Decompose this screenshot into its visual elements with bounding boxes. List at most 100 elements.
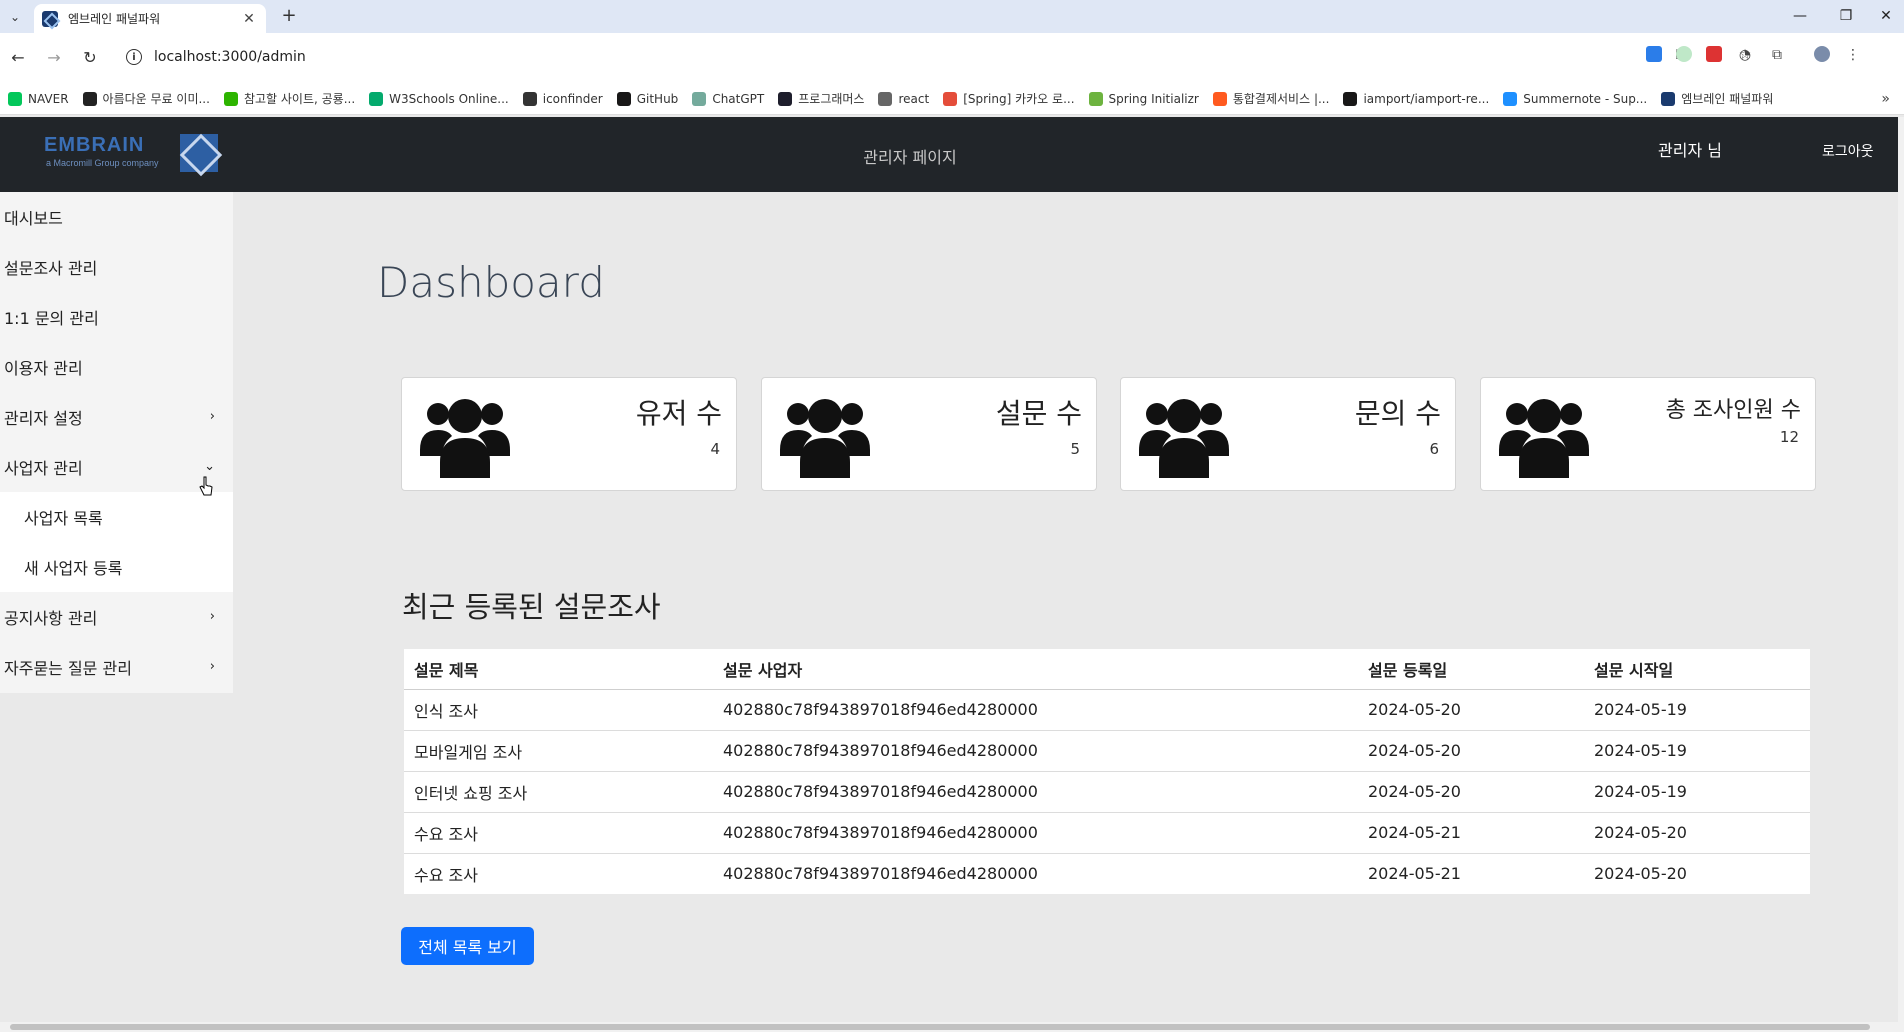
bookmark-item[interactable]: react — [878, 91, 930, 106]
site-info-icon[interactable]: i — [126, 49, 142, 65]
chevron-icon: › — [209, 609, 215, 624]
sidebar-item-label: 자주묻는 질문 관리 — [4, 659, 132, 678]
table-row[interactable]: 모바일게임 조사 402880c78f943897018f946ed4280000… — [404, 730, 1810, 772]
sidebar-item[interactable]: 대시보드 — [0, 192, 233, 242]
bookmark-favicon-icon — [943, 91, 958, 106]
bookmark-item[interactable]: 참고할 사이트, 공룡... — [223, 90, 356, 107]
table-cell: 2024-05-21 — [1368, 864, 1461, 884]
table-cell: 402880c78f943897018f946ed4280000 — [713, 689, 1358, 731]
sidebar-item-label: 사업자 목록 — [24, 509, 103, 528]
close-window-button[interactable]: ✕ — [1866, 4, 1904, 28]
sidebar-item[interactable]: 1:1 문의 관리 — [0, 292, 233, 342]
new-tab-plus-icon[interactable]: + — [278, 5, 300, 27]
bookmark-item[interactable]: NAVER — [8, 91, 69, 106]
forward-arrow-icon[interactable]: → — [42, 46, 66, 70]
stat-card-value: 6 — [1429, 440, 1439, 458]
users-icon — [420, 392, 510, 478]
stat-card-value: 12 — [1779, 428, 1799, 446]
stat-card-label: 문의 수 — [1354, 397, 1441, 430]
header-user-name: 관리자 님 — [1658, 141, 1722, 160]
sidebar-item[interactable]: 공지사항 관리 › — [0, 592, 233, 642]
extensions-puzzle-icon[interactable]: ⧉ — [1768, 46, 1786, 64]
sidebar-item[interactable]: 사업자 목록 — [0, 492, 233, 542]
reload-icon[interactable]: ↻ — [78, 46, 102, 70]
table-cell: 402880c78f943897018f946ed4280000 — [713, 812, 1358, 854]
more-bookmarks-icon[interactable]: » — [1881, 91, 1890, 107]
bookmark-label: 참고할 사이트, 공룡... — [243, 92, 356, 106]
bookmark-label: Summernote - Sup... — [1523, 91, 1648, 106]
bookmark-item[interactable]: 아름다운 무료 이미... — [82, 90, 210, 107]
stat-card-label: 설문 수 — [995, 397, 1082, 430]
users-icon — [1139, 392, 1229, 478]
back-arrow-icon[interactable]: ← — [6, 46, 30, 70]
sidebar-item[interactable]: 새 사업자 등록 — [0, 542, 233, 592]
stat-card-label: 총 조사인원 수 — [1665, 398, 1801, 423]
table-cell: 2024-05-20 — [1358, 689, 1584, 731]
bookmark-item[interactable]: 프로그래머스 — [778, 90, 864, 107]
bookmark-favicon-icon — [82, 91, 97, 106]
bookmark-item[interactable]: Summernote - Sup... — [1503, 91, 1648, 106]
sidebar-item[interactable]: 자주묻는 질문 관리 › — [0, 642, 233, 692]
bookmark-item[interactable]: 엠브레인 패널파워 — [1661, 90, 1773, 107]
bookmark-favicon-icon — [8, 91, 22, 106]
sidebar-item[interactable]: 설문조사 관리 — [0, 242, 233, 292]
bookmark-item[interactable]: 통합결제서비스 |... — [1212, 90, 1329, 107]
bookmark-favicon-icon — [878, 91, 893, 106]
recent-surveys-table: 설문 제목 설문 사업자 설문 등록일 설문 시작일 인식 조사 402880c78f9… — [404, 649, 1810, 894]
table-cell: 2024-05-19 — [1584, 730, 1810, 772]
bookmark-label: Spring Initializr — [1108, 91, 1199, 106]
app-header: EMBRAIN a Macromill Group company 관리자 페이… — [0, 117, 1898, 192]
sidebar-item[interactable]: 관리자 설정 › — [0, 392, 233, 442]
bookmark-label: react — [898, 91, 930, 106]
close-tab-icon[interactable]: ✕ — [240, 11, 258, 27]
vertical-scrollbar[interactable] — [1898, 117, 1904, 1022]
users-icon — [1499, 392, 1589, 478]
tab-search-chevron-icon[interactable]: ⌄ — [4, 6, 26, 28]
restore-window-button[interactable]: ❐ — [1826, 4, 1866, 28]
url-text[interactable]: localhost:3000/admin — [154, 49, 306, 65]
bookmark-item[interactable]: Spring Initializr — [1088, 91, 1199, 106]
table-cell: 2024-05-20 — [1358, 730, 1584, 772]
bookmark-item[interactable]: W3Schools Online... — [369, 91, 509, 106]
table-cell: 2024-05-20 — [1594, 864, 1687, 884]
bookmark-favicon-icon — [223, 91, 238, 106]
bookmark-item[interactable]: iconfinder — [522, 91, 603, 106]
table-header-cell: 설문 등록일 — [1358, 649, 1584, 690]
chevron-icon: ⌄ — [204, 459, 215, 474]
view-all-button[interactable]: 전체 목록 보기 — [401, 927, 534, 965]
sidebar-submenu: 사업자 목록새 사업자 등록 — [0, 492, 233, 592]
bookmark-favicon-icon — [778, 91, 793, 106]
sidebar-item[interactable]: 이용자 관리 — [0, 342, 233, 392]
bookmark-item[interactable]: ChatGPT — [692, 91, 764, 106]
table-row[interactable]: 인식 조사 402880c78f943897018f946ed4280000 202… — [404, 689, 1810, 731]
download-extension-icon[interactable] — [1646, 46, 1662, 62]
bookmark-favicon-icon — [1212, 91, 1227, 106]
address-bar[interactable]: i localhost:3000/admin — [118, 40, 1594, 74]
extension-icon[interactable] — [1676, 46, 1692, 62]
bookmark-item[interactable]: [Spring] 카카오 로... — [943, 90, 1075, 107]
browser-tab[interactable]: 엠브레인 패널파워 ✕ — [34, 4, 266, 33]
bookmark-item[interactable]: GitHub — [616, 91, 678, 106]
stat-card: 설문 수 5 — [761, 377, 1097, 491]
sidebar-item-label: 관리자 설정 — [4, 409, 83, 428]
table-row[interactable]: 인터넷 쇼핑 조사 402880c78f943897018f946ed428000… — [404, 771, 1810, 813]
table-cell: 402880c78f943897018f946ed4280000 — [713, 730, 1358, 772]
mouse-hand-cursor-icon — [199, 476, 213, 496]
table-cell: 인식 조사 — [404, 689, 713, 731]
minimize-window-button[interactable]: — — [1780, 4, 1820, 28]
table-row[interactable]: 수요 조사 402880c78f943897018f946ed4280000 202… — [404, 812, 1810, 854]
horizontal-scrollbar[interactable] — [0, 1022, 1904, 1032]
logout-link[interactable]: 로그아웃 — [1822, 141, 1874, 161]
sidebar-item-label: 이용자 관리 — [4, 359, 83, 378]
table-row[interactable]: 수요 조사 402880c78f943897018f946ed4280000 202… — [404, 853, 1810, 894]
table-cell: 2024-05-19 — [1584, 689, 1810, 731]
browser-menu-icon[interactable]: ⋮ — [1844, 46, 1862, 64]
bookmark-item[interactable]: iamport/iamport-re... — [1343, 91, 1489, 106]
bookmark-favicon-icon — [1503, 91, 1518, 106]
horizontal-scrollbar-thumb[interactable] — [10, 1024, 1870, 1030]
extension-clock-icon[interactable]: ◔ — [1736, 46, 1754, 64]
extension-red-icon[interactable] — [1706, 46, 1722, 62]
bookmark-favicon-icon — [369, 91, 384, 106]
profile-avatar-icon[interactable] — [1814, 46, 1830, 62]
sidebar: 대시보드 설문조사 관리 1:1 문의 관리 이용자 관리 관리자 설정 › 사업자 관리 ⌄… — [0, 192, 233, 693]
